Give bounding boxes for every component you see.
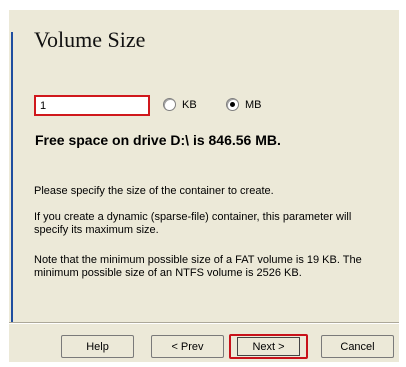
prev-button[interactable]: < Prev: [151, 335, 224, 358]
help-text-2: If you create a dynamic (sparse-file) co…: [34, 211, 352, 236]
cancel-button[interactable]: Cancel: [321, 335, 394, 358]
volume-size-input[interactable]: [34, 95, 150, 116]
radio-mb-icon[interactable]: [226, 98, 239, 111]
help-text-3: Note that the minimum possible size of a…: [34, 254, 362, 279]
free-space-text: Free space on drive D:\ is 846.56 MB.: [35, 132, 281, 148]
button-separator: [9, 322, 399, 324]
radio-kb-icon[interactable]: [163, 98, 176, 111]
help-text-1: Please specify the size of the container…: [34, 185, 274, 197]
page-title: Volume Size: [34, 27, 146, 52]
unit-kb-label: KB: [182, 98, 197, 111]
unit-mb-radio[interactable]: MB: [226, 98, 262, 111]
next-button-label: Next >: [237, 337, 300, 356]
unit-mb-label: MB: [245, 98, 262, 111]
help-button[interactable]: Help: [61, 335, 134, 358]
accent-bar: [11, 32, 13, 322]
next-button[interactable]: Next >: [229, 334, 308, 359]
unit-kb-radio[interactable]: KB: [163, 98, 197, 111]
